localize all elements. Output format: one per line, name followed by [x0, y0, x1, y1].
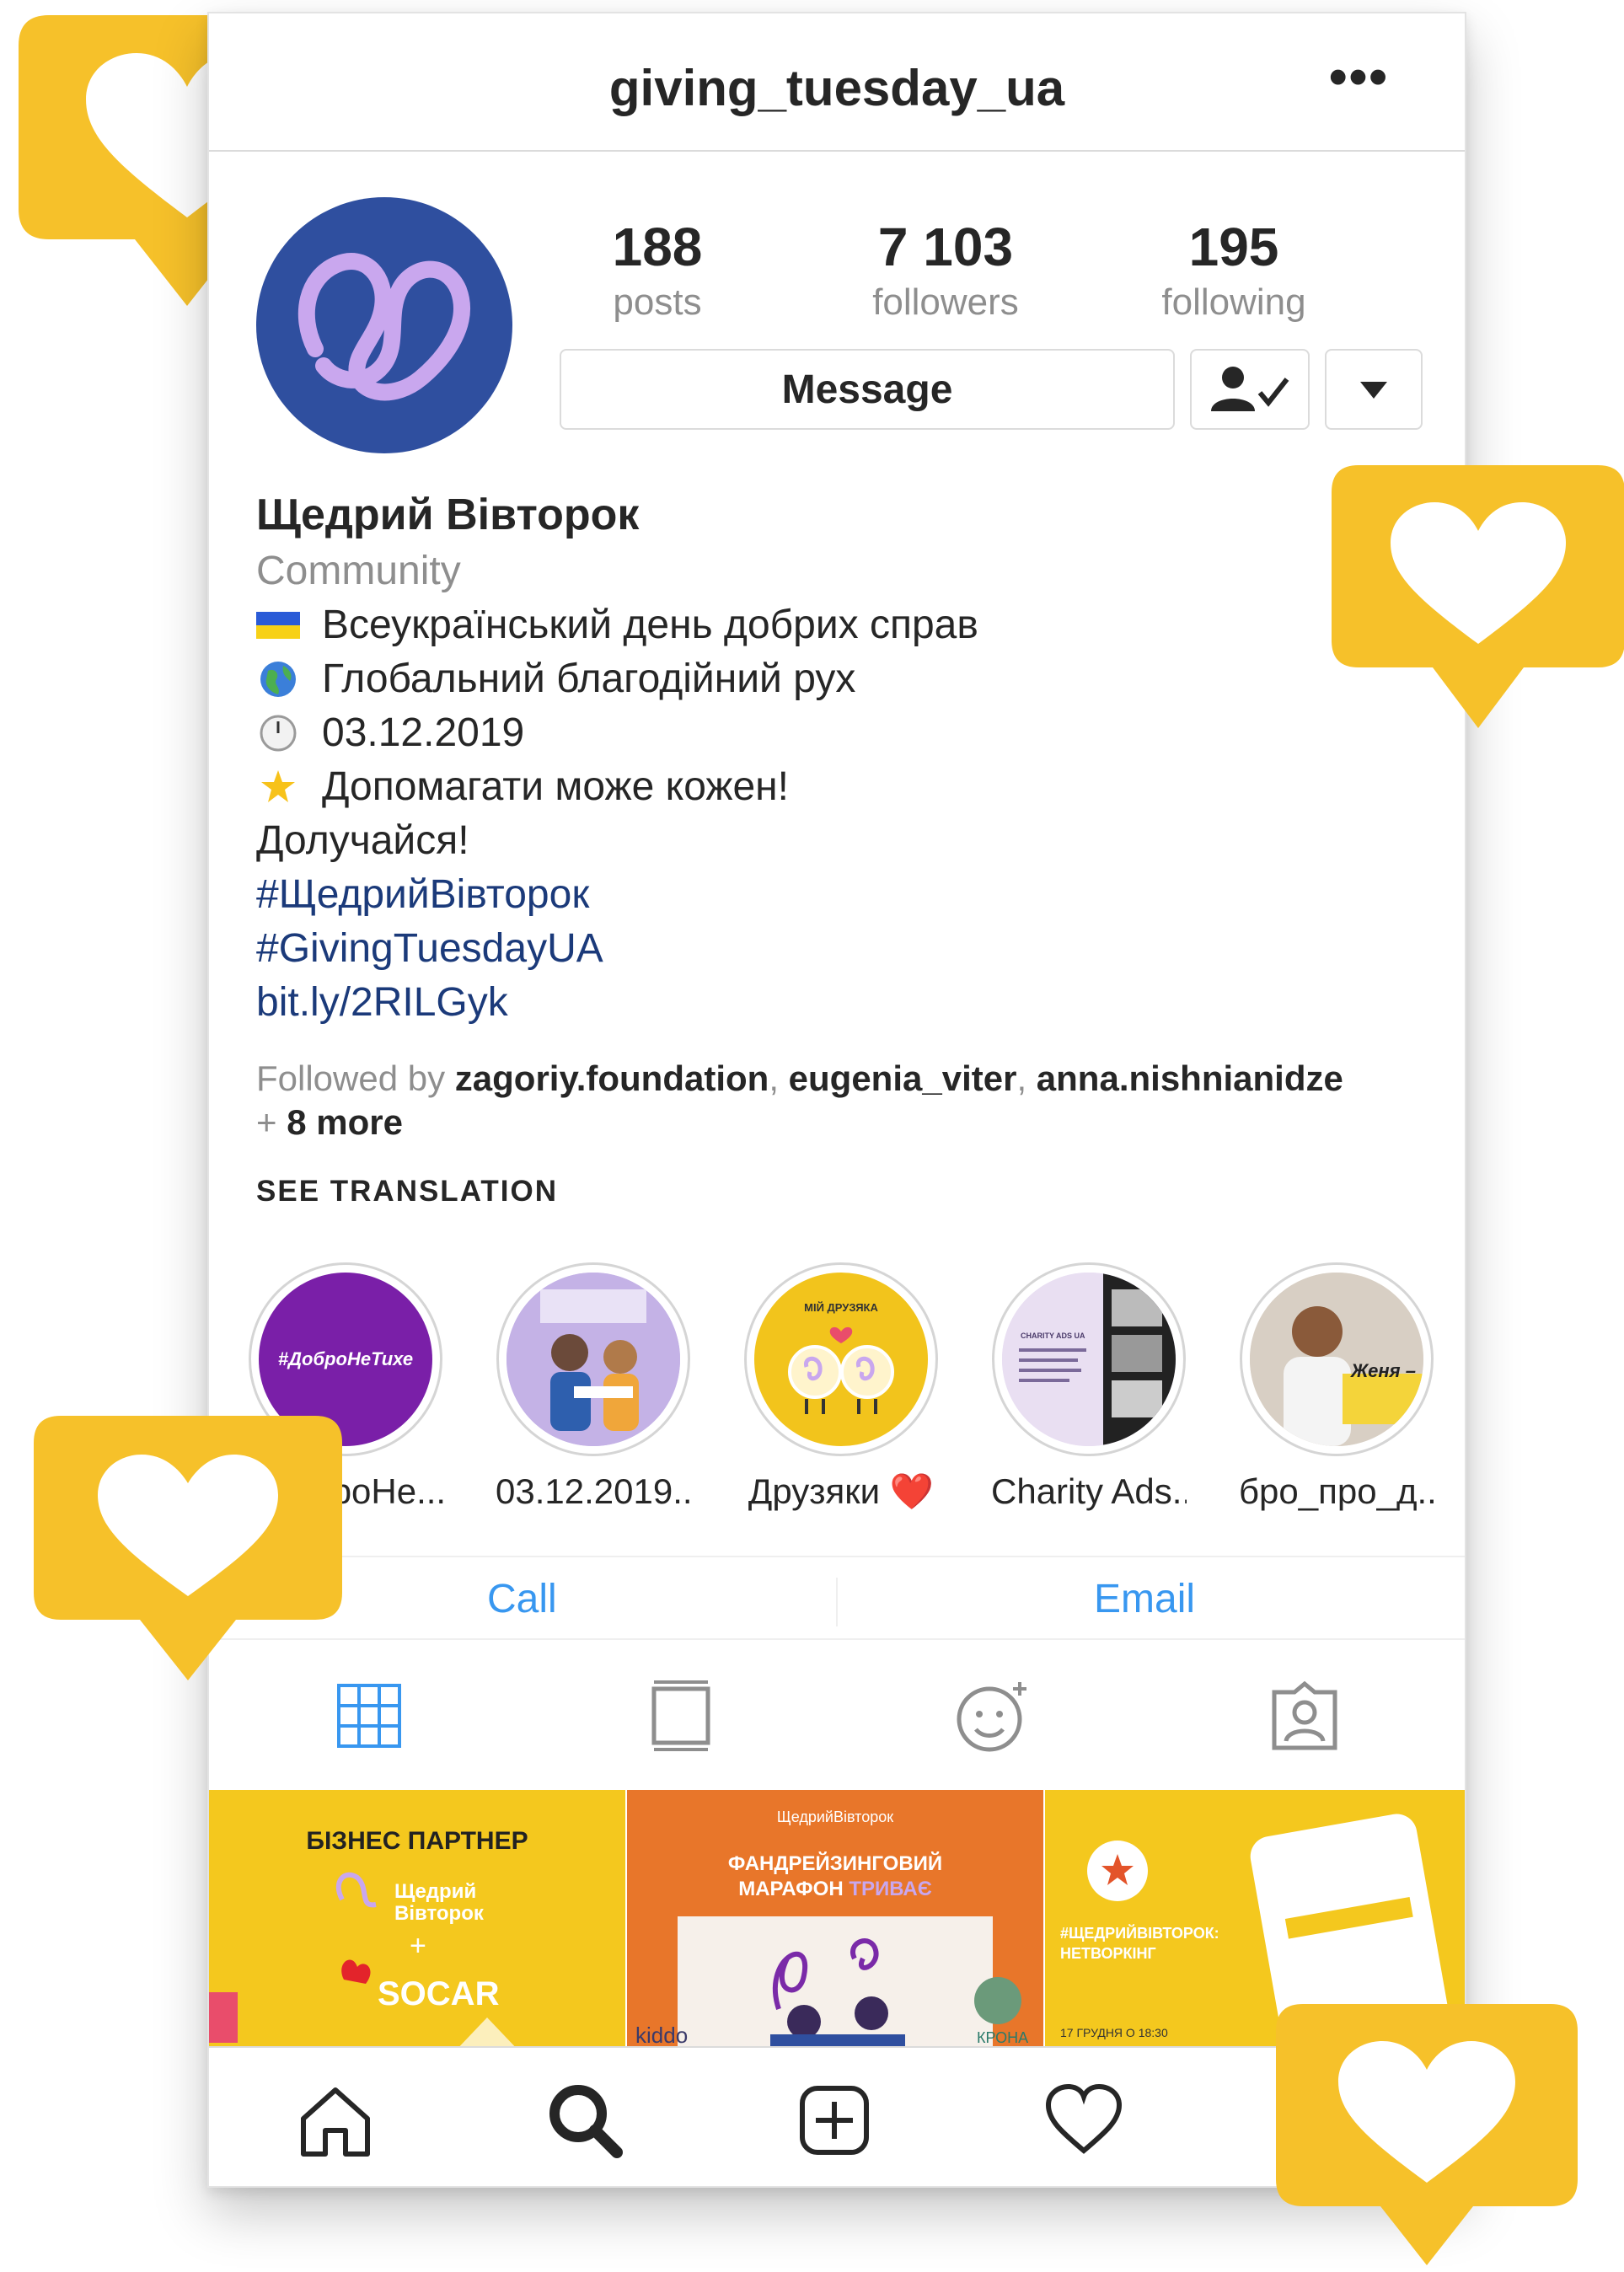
nav-activity[interactable] [1042, 2078, 1126, 2162]
bio-line: Глобальний благодійний рух [256, 652, 1436, 706]
highlight-label: бро_про_д... [1239, 1471, 1434, 1511]
post-partner: SOCAR [378, 1975, 500, 2012]
person-photo-icon [1250, 1273, 1423, 1446]
message-button[interactable]: Message [560, 349, 1175, 430]
triangle-down-icon [1360, 382, 1387, 399]
igtv-icon [651, 1680, 710, 1751]
suggestions-dropdown-button[interactable] [1325, 349, 1423, 430]
highlight-label: Charity Ads... [991, 1471, 1187, 1511]
profile-website-link[interactable]: bit.ly/2RILGyk [256, 976, 1436, 1030]
highlight-item[interactable]: CHARITY ADS UA Charity Ads... [991, 1262, 1187, 1512]
following-button[interactable] [1190, 349, 1310, 430]
tab-igtv[interactable] [639, 1674, 723, 1758]
charity-ads-cover-icon [1002, 1273, 1176, 1446]
heart-badge-bottom-left [34, 1416, 342, 1688]
post-subtitle: НЕТВОРКІНГ [1060, 1945, 1156, 1962]
bio-line: 03.12.2019 [256, 706, 1436, 760]
post-thumbnail[interactable]: ЩедрийВівторок ФАНДРЕЙЗИНГОВИЙ МАРАФОН Т… [627, 1790, 1043, 2053]
profile-username: giving_tuesday_ua [608, 60, 1065, 116]
highlight-cover-text: МІЙ ДРУЗЯКА [804, 1301, 878, 1314]
profile-name: Щедрий Вівторок [256, 490, 640, 539]
call-button[interactable]: Call [487, 1576, 557, 1622]
highlight-cover-text: Женя – [1351, 1360, 1416, 1381]
following-value: 195 [1188, 217, 1279, 277]
bio-text: Глобальний благодійний рух [322, 656, 856, 701]
post-thumbnail[interactable]: БІЗНЕС ПАРТНЕР Щедрий Вівторок + SOCAR [209, 1790, 625, 2053]
follower-name[interactable]: zagoriy.foundation [455, 1058, 769, 1098]
followers-value: 7 103 [877, 217, 1014, 277]
bio-join: Долучайся! [256, 818, 469, 863]
search-icon [549, 2085, 623, 2158]
tab-tagged[interactable] [1262, 1674, 1347, 1758]
home-icon [301, 2087, 370, 2157]
tab-effects[interactable] [951, 1674, 1035, 1758]
highlight-label: 03.12.2019... [496, 1471, 691, 1511]
highlight-cover-text: CHARITY ADS UA [1021, 1332, 1085, 1340]
friends-illustration-icon [788, 1326, 894, 1414]
phone-screen: giving_tuesday_ua ••• 188 posts 7 103 fo… [207, 12, 1466, 2188]
followers-label: followers [872, 281, 1019, 323]
highlight-cover: CHARITY ADS UA [1002, 1273, 1176, 1446]
highlight-item[interactable]: МІЙ ДРУЗЯКА Друзяки ❤️ [743, 1262, 939, 1513]
hashtag-link[interactable]: #ЩедрийВівторок [256, 868, 1436, 922]
bio-line: Всеукраїнський день добрих справ [256, 598, 1436, 652]
add-post-icon [800, 2086, 869, 2155]
highlight-cover: МІЙ ДРУЗЯКА [754, 1273, 928, 1446]
email-button[interactable]: Email [1094, 1576, 1195, 1622]
profile-category: Community [256, 549, 461, 593]
ukraine-flag-icon [256, 612, 300, 639]
avatar[interactable] [256, 197, 512, 453]
following-label: following [1161, 281, 1306, 323]
post-plus: + [410, 1930, 426, 1962]
see-translation-button[interactable]: SEE TRANSLATION [256, 1175, 558, 1208]
profile-tabs [209, 1665, 1465, 1775]
clock-icon [260, 715, 297, 752]
giving-tuesday-logo-icon [297, 253, 470, 401]
follower-name[interactable]: eugenia_viter [789, 1058, 1017, 1098]
nav-search[interactable] [543, 2078, 627, 2162]
bio-text: Всеукраїнський день добрих справ [322, 603, 978, 647]
post-artwork [678, 1916, 1021, 2053]
heart-badge-bottom-right [1276, 2004, 1578, 2272]
contact-bar: Call Email [209, 1556, 1465, 1640]
post-title: #ЩЕДРИЙВІВТОРОК: [1060, 1925, 1219, 1942]
bio-text: 03.12.2019 [322, 710, 525, 755]
contact-divider [836, 1578, 838, 1626]
globe-icon [260, 662, 296, 697]
followed-by-prefix: Followed by [256, 1058, 446, 1098]
profile-header: giving_tuesday_ua ••• [209, 13, 1465, 152]
profile-bio: Щедрий Вівторок Community Всеукраїнський… [256, 485, 1436, 1030]
highlight-cover [506, 1273, 680, 1446]
highlight-item[interactable]: 03.12.2019... [496, 1262, 691, 1512]
bio-line: Допомагати може кожен! [256, 760, 1436, 814]
bio-text: Допомагати може кожен! [322, 764, 789, 809]
followed-more[interactable]: 8 more [287, 1102, 403, 1142]
heart-badge-right [1332, 465, 1624, 736]
highlight-label: Друзяки ❤️ [748, 1471, 935, 1511]
post-brand: Щедрий Вівторок [394, 1880, 484, 1925]
tagged-person-icon [1272, 1680, 1337, 1750]
highlight-item[interactable]: Женя – бро_про_д... [1239, 1262, 1434, 1512]
posts-label: posts [613, 281, 702, 323]
highlight-cover-text: #ДоброНеТихе [277, 1348, 414, 1369]
heart-icon [1045, 2083, 1123, 2154]
face-effects-icon [957, 1682, 1026, 1752]
highlight-cover: Женя – [1250, 1273, 1423, 1446]
nav-home[interactable] [293, 2078, 378, 2162]
following-count[interactable]: 195 following [1107, 216, 1360, 324]
hashtag-link[interactable]: #GivingTuesdayUA [256, 922, 1436, 976]
post-partner: kiddo [635, 2023, 689, 2048]
more-options-icon[interactable]: ••• [1329, 47, 1389, 107]
post-partner: КРОНА [977, 2029, 1029, 2046]
post-date: 17 ГРУДНЯ О 18:30 [1060, 2026, 1168, 2039]
people-photo-icon [506, 1273, 680, 1446]
followed-by-text[interactable]: Followed by zagoriy.foundation, eugenia_… [256, 1057, 1436, 1144]
followers-count[interactable]: 7 103 followers [819, 216, 1072, 324]
posts-count[interactable]: 188 posts [531, 216, 784, 324]
person-check-icon [1211, 367, 1289, 411]
follower-name[interactable]: anna.nishnianidze [1037, 1058, 1343, 1098]
posts-value: 188 [612, 217, 703, 277]
star-icon [261, 770, 295, 802]
nav-new-post[interactable] [792, 2078, 876, 2162]
